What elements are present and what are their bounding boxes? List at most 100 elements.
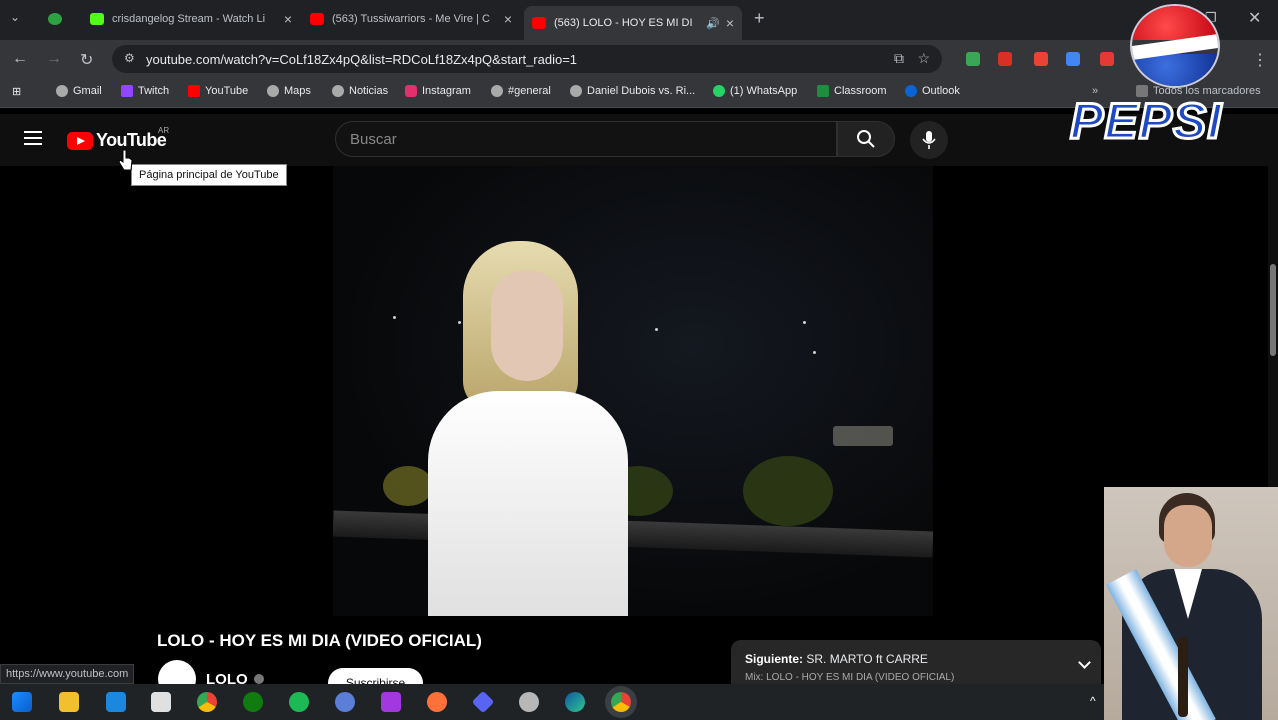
tab-search-icon[interactable]: ⌄	[10, 10, 20, 24]
app-shell-icon[interactable]	[335, 692, 355, 712]
bookmark-classroom[interactable]: Classroom	[817, 85, 887, 97]
person-face	[491, 271, 563, 381]
url-field[interactable]: ⚙ youtube.com/watch?v=CoLf18Zx4pQ&list=R…	[112, 45, 942, 73]
tab-lolo-active[interactable]: (563) LOLO - HOY ES MI DI 🔊 ×	[524, 6, 742, 40]
back-arrow-icon[interactable]: ←	[12, 50, 28, 68]
bookmark-youtube[interactable]: YouTube	[188, 85, 248, 97]
chrome-icon[interactable]	[197, 692, 217, 712]
address-bar-row: ← → ↻ ⚙ youtube.com/watch?v=CoLf18Zx4pQ&…	[0, 40, 1278, 78]
twitch-icon	[121, 85, 133, 97]
search-button[interactable]	[837, 121, 895, 157]
bookmark-gmail[interactable]: Gmail	[56, 85, 102, 97]
windows-start-icon[interactable]	[12, 692, 32, 712]
tab-tussiwarriors[interactable]: (563) Tussiwarriors - Me Vire | C ×	[302, 6, 520, 32]
app-diamond-icon[interactable]	[471, 690, 495, 714]
up-next-panel[interactable]: Siguiente: SR. MARTO ft CARRE Mix: LOLO …	[731, 640, 1101, 690]
bookmark-general[interactable]: #general	[491, 85, 551, 97]
youtube-logo[interactable]: YouTube	[67, 130, 167, 151]
url-text: youtube.com/watch?v=CoLf18Zx4pQ&list=RDC…	[146, 51, 578, 67]
xbox-icon[interactable]	[243, 692, 263, 712]
outlook-icon	[905, 85, 917, 97]
tab-xbox[interactable]	[40, 6, 78, 32]
xbox-icon	[48, 13, 62, 25]
store-icon[interactable]	[151, 692, 171, 712]
instagram-icon	[405, 85, 417, 97]
extension-record-icon[interactable]	[1100, 52, 1114, 66]
bookmark-label: (1) WhatsApp	[730, 85, 798, 97]
bookmark-label: Twitch	[138, 85, 170, 97]
bookmark-instagram[interactable]: Instagram	[405, 85, 471, 97]
close-icon[interactable]: ×	[726, 15, 734, 31]
bookmark-label: Classroom	[834, 85, 887, 97]
hamburger-menu-icon[interactable]	[24, 131, 42, 145]
site-info-icon[interactable]: ⚙	[124, 51, 135, 65]
youtube-play-icon	[67, 131, 93, 150]
city-light	[655, 328, 658, 331]
kick-icon	[90, 13, 104, 25]
file-explorer-icon[interactable]	[59, 692, 79, 712]
hand-cursor-icon	[118, 149, 133, 171]
bookmark-label: #general	[508, 85, 551, 97]
bookmark-label: Outlook	[922, 85, 960, 97]
apps-grid-icon[interactable]: ⊞	[12, 85, 21, 98]
reload-icon[interactable]: ↻	[80, 50, 93, 70]
spotify-icon[interactable]	[289, 692, 309, 712]
tab-label: (563) LOLO - HOY ES MI DI	[554, 17, 693, 29]
bookmark-outlook[interactable]: Outlook	[905, 85, 960, 97]
edge-icon[interactable]	[565, 692, 585, 712]
city-light	[458, 321, 461, 324]
portrait-overlay	[1104, 487, 1278, 720]
youtube-icon	[532, 17, 546, 29]
tray-chevron-icon[interactable]: ^	[1090, 694, 1096, 708]
firefox-icon[interactable]	[427, 692, 447, 712]
bookmark-twitch[interactable]: Twitch	[121, 85, 169, 97]
extension-wifi-icon[interactable]	[1066, 52, 1080, 66]
voice-search-button[interactable]	[910, 121, 948, 159]
close-icon[interactable]: ×	[504, 11, 512, 27]
tree-foliage	[743, 456, 833, 526]
city-light	[813, 351, 816, 354]
bookmark-label: Maps	[284, 85, 311, 97]
portrait-baton	[1178, 637, 1188, 717]
pepsi-wordmark: PEPSI	[1068, 92, 1223, 151]
tab-label: (563) Tussiwarriors - Me Vire | C	[332, 13, 490, 25]
portrait-face	[1164, 505, 1212, 567]
menu-kebab-icon[interactable]: ⋮	[1252, 50, 1268, 70]
close-window-button[interactable]: ✕	[1248, 8, 1261, 28]
up-next-prefix: Siguiente:	[745, 652, 804, 666]
tab-kick-stream[interactable]: crisdangelog Stream - Watch Li ×	[82, 6, 300, 32]
classroom-icon	[817, 85, 829, 97]
forward-arrow-icon[interactable]: →	[46, 50, 62, 68]
extension-shield-icon[interactable]	[966, 52, 980, 66]
new-tab-button[interactable]: +	[754, 8, 765, 29]
bookmark-star-icon[interactable]: ☆	[917, 50, 930, 67]
mail-icon[interactable]	[106, 692, 126, 712]
bookmark-noticias[interactable]: Noticias	[332, 85, 388, 97]
pepsi-globe-logo	[1130, 4, 1220, 88]
search-input[interactable]: Buscar	[335, 121, 837, 157]
youtube-icon	[188, 85, 200, 97]
city-light	[393, 316, 396, 319]
video-player[interactable]	[333, 166, 933, 616]
status-url: https://www.youtube.com	[0, 664, 135, 684]
chrome-active-icon[interactable]	[611, 692, 631, 712]
obs-icon[interactable]	[519, 692, 539, 712]
extension-red-icon[interactable]	[998, 52, 1012, 66]
app-c-icon[interactable]	[381, 692, 401, 712]
scrollbar-thumb[interactable]	[1270, 264, 1276, 356]
browser-tab-bar: ⌄ crisdangelog Stream - Watch Li × (563)…	[0, 0, 1278, 40]
bookmark-label: Gmail	[73, 85, 102, 97]
bookmark-whatsapp[interactable]: (1) WhatsApp	[713, 85, 797, 97]
tree-foliage	[383, 466, 433, 506]
city-buildings	[833, 426, 893, 446]
country-code: AR	[158, 126, 170, 135]
person-white-shirt	[428, 391, 628, 616]
extension-adblock-icon[interactable]	[1034, 52, 1048, 66]
install-app-icon[interactable]: ⧉	[894, 50, 904, 67]
close-icon[interactable]: ×	[284, 11, 292, 27]
logo-tooltip: Página principal de YouTube	[131, 164, 287, 186]
bookmark-dubois[interactable]: Daniel Dubois vs. Ri...	[570, 85, 695, 97]
speaker-icon[interactable]: 🔊	[706, 17, 720, 30]
globe-icon	[332, 85, 344, 97]
bookmark-maps[interactable]: Maps	[267, 85, 311, 97]
